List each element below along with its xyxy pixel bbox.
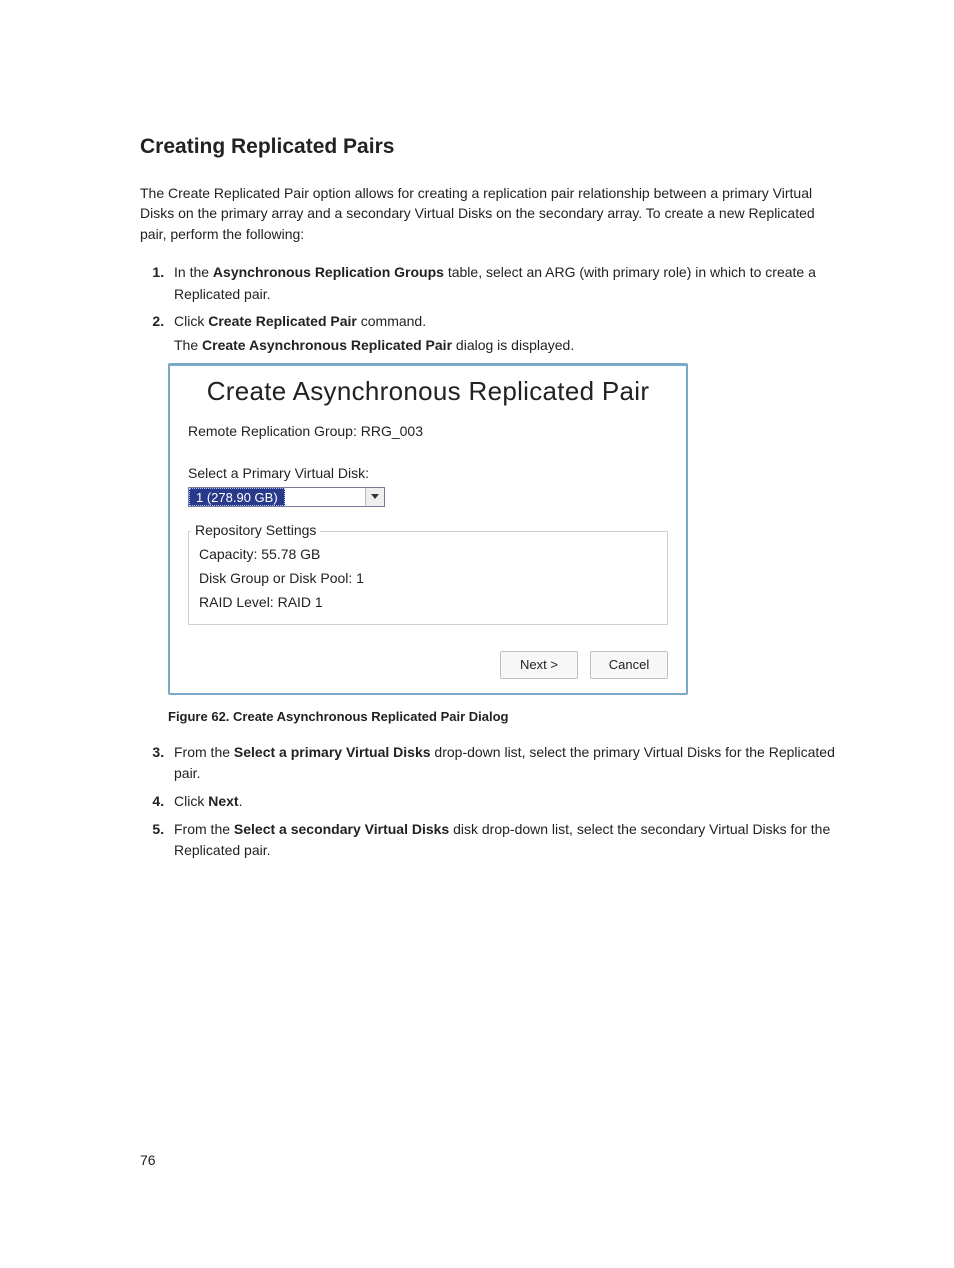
step-subline: The Create Asynchronous Replicated Pair … — [174, 335, 844, 357]
repository-settings-legend: Repository Settings — [191, 522, 320, 538]
cancel-button[interactable]: Cancel — [590, 651, 668, 679]
steps-list-continued: From the Select a primary Virtual Disks … — [140, 742, 844, 862]
step-bold: Create Asynchronous Replicated Pair — [202, 337, 452, 353]
step-text: Click — [174, 793, 208, 809]
dropdown-selected-value: 1 (278.90 GB) — [189, 488, 285, 506]
repository-settings-group: Repository Settings Capacity: 55.78 GB D… — [188, 531, 668, 625]
step-4: Click Next. — [168, 791, 844, 813]
step-text: From the — [174, 744, 234, 760]
step-1: In the Asynchronous Replication Groups t… — [168, 262, 844, 305]
step-3: From the Select a primary Virtual Disks … — [168, 742, 844, 785]
step-text: Click — [174, 313, 208, 329]
remote-replication-group-label: Remote Replication Group: RRG_003 — [188, 423, 668, 439]
next-button[interactable]: Next > — [500, 651, 578, 679]
step-text: . — [239, 793, 243, 809]
step-text: In the — [174, 264, 213, 280]
step-text: dialog is displayed. — [452, 337, 574, 353]
dialog-screenshot: Create Asynchronous Replicated Pair Remo… — [168, 363, 844, 695]
steps-list: In the Asynchronous Replication Groups t… — [140, 262, 844, 357]
step-2: Click Create Replicated Pair command. Th… — [168, 311, 844, 356]
step-bold: Asynchronous Replication Groups — [213, 264, 444, 280]
raid-level-row: RAID Level: RAID 1 — [199, 594, 657, 610]
step-text: The — [174, 337, 202, 353]
disk-group-row: Disk Group or Disk Pool: 1 — [199, 570, 657, 586]
create-replicated-pair-dialog: Create Asynchronous Replicated Pair Remo… — [168, 363, 688, 695]
step-bold: Select a primary Virtual Disks — [234, 744, 431, 760]
select-primary-label: Select a Primary Virtual Disk: — [188, 465, 668, 481]
step-bold: Select a secondary Virtual Disks — [234, 821, 449, 837]
step-bold: Next — [208, 793, 238, 809]
section-heading: Creating Replicated Pairs — [140, 135, 844, 159]
primary-virtual-disk-dropdown[interactable]: 1 (278.90 GB) — [188, 487, 385, 507]
chevron-down-icon[interactable] — [365, 488, 384, 506]
step-text: command. — [357, 313, 426, 329]
intro-paragraph: The Create Replicated Pair option allows… — [140, 183, 844, 244]
step-5: From the Select a secondary Virtual Disk… — [168, 819, 844, 862]
page-number: 76 — [140, 1152, 156, 1168]
step-bold: Create Replicated Pair — [208, 313, 357, 329]
step-text: From the — [174, 821, 234, 837]
dialog-button-row: Next > Cancel — [188, 651, 668, 679]
capacity-row: Capacity: 55.78 GB — [199, 546, 657, 562]
figure-caption: Figure 62. Create Asynchronous Replicate… — [168, 709, 844, 724]
dropdown-field — [285, 488, 365, 506]
dialog-title: Create Asynchronous Replicated Pair — [188, 376, 668, 407]
